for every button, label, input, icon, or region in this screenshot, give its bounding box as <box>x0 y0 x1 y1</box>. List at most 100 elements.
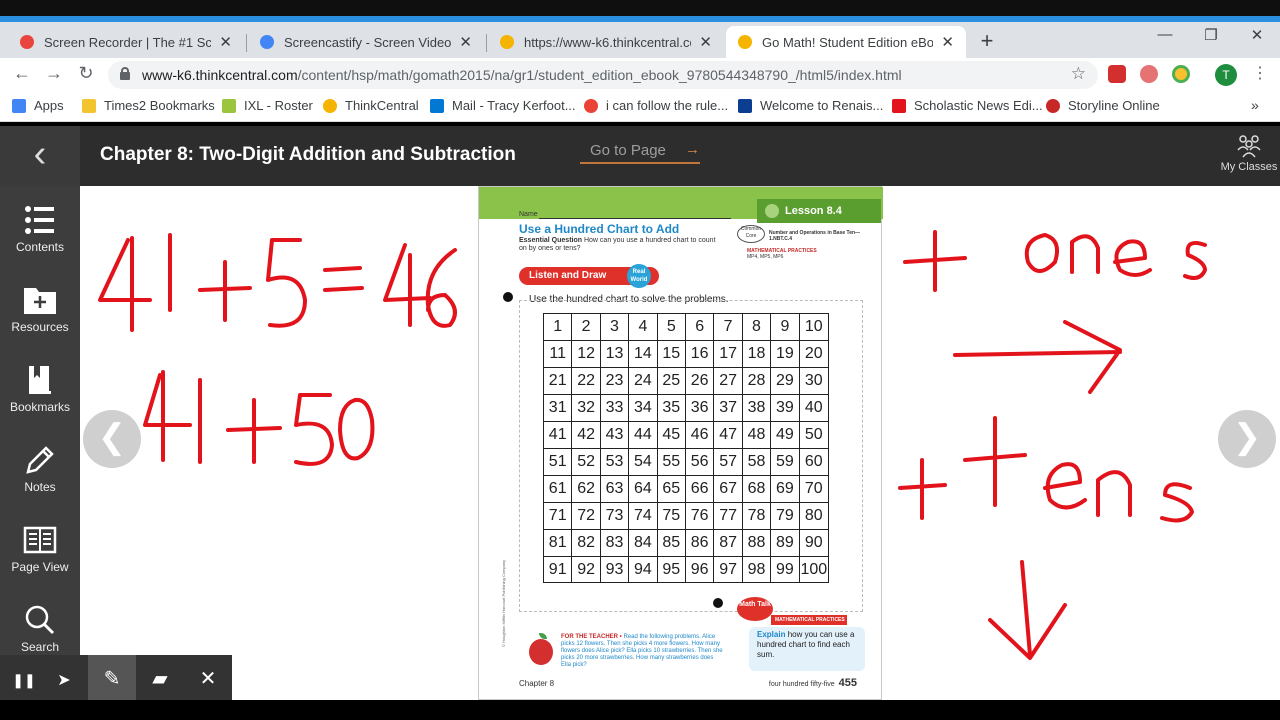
restore-icon[interactable]: ❐ <box>1197 26 1225 44</box>
browser-menu-icon[interactable]: ⋮ <box>1252 63 1268 83</box>
previous-page-button[interactable]: ❮ <box>83 410 141 468</box>
sidebar-item-resources[interactable]: Resources <box>0 280 80 334</box>
audio-speaker-icon[interactable] <box>765 204 779 218</box>
standard-text: Number and Operations in Base Ten—1.NBT.… <box>769 230 861 242</box>
sidebar-item-notes[interactable]: Notes <box>0 440 80 494</box>
hundred-chart-cell: 56 <box>685 449 715 476</box>
hundred-chart-cell: 86 <box>685 530 715 557</box>
hundred-chart-cell: 67 <box>714 476 743 503</box>
sidebar-item-contents[interactable]: Contents <box>0 200 80 254</box>
sidebar-label: Search <box>20 640 60 654</box>
sidebar-label: Contents <box>15 240 65 254</box>
sidebar-item-search[interactable]: Search <box>0 600 80 654</box>
hundred-chart-cell: 30 <box>799 368 828 395</box>
bookmark-scholastic[interactable]: Scholastic News Edi... <box>892 98 1043 113</box>
tab-thinkcentral[interactable]: https://www-k6.thinkcentral.com ✕ <box>488 26 724 58</box>
hundred-chart-cell: 84 <box>629 530 658 557</box>
new-tab-plus-icon[interactable]: + <box>976 28 998 54</box>
hundred-chart-cell: 48 <box>742 422 772 449</box>
video-camera-icon[interactable] <box>713 598 723 608</box>
lesson-title: Use a Hundred Chart to Add <box>519 222 680 236</box>
hundred-chart-cell: 91 <box>544 557 573 583</box>
screencastify-extension-icon[interactable] <box>1140 65 1158 83</box>
hundred-chart-cell: 72 <box>572 503 601 530</box>
pointer-tool-button[interactable]: ➤ <box>40 655 88 703</box>
back-chevron-icon[interactable]: ‹ <box>0 126 80 186</box>
more-bookmarks-icon[interactable]: » <box>1251 97 1259 113</box>
storyline-icon <box>1046 98 1060 113</box>
bookmark-ixl[interactable]: IXL - Roster <box>222 98 313 113</box>
next-page-button[interactable]: ❯ <box>1218 410 1276 468</box>
tab-screen-recorder[interactable]: Screen Recorder | The #1 Screen ✕ <box>8 26 244 58</box>
sidebar-label: Bookmarks <box>9 400 71 414</box>
name-label: Name <box>519 211 538 218</box>
close-tab-icon[interactable]: ✕ <box>699 33 712 51</box>
close-tab-icon[interactable]: ✕ <box>459 33 472 51</box>
hundred-chart-cell: 60 <box>799 449 828 476</box>
hundred-chart-cell: 37 <box>714 395 743 422</box>
tab-screencastify[interactable]: Screencastify - Screen Video Rec ✕ <box>248 26 484 58</box>
ebook-header: ‹ Chapter 8: Two-Digit Addition and Subt… <box>0 126 1280 186</box>
bookmark-mail[interactable]: Mail - Tracy Kerfoot... <box>430 98 576 113</box>
ebook-page: Lesson 8.4 Name Use a Hundred Chart to A… <box>478 186 883 700</box>
hundred-chart-cell: 41 <box>544 422 573 449</box>
hundred-chart-cell: 40 <box>799 395 828 422</box>
profile-avatar[interactable]: T <box>1215 64 1237 86</box>
address-bar[interactable]: www-k6.thinkcentral.com/content/hsp/math… <box>108 61 1098 89</box>
hundred-chart-cell: 94 <box>629 557 658 583</box>
reload-icon[interactable]: ↻ <box>74 63 98 84</box>
hundred-chart-cell: 39 <box>771 395 800 422</box>
highlighter-tool-button[interactable]: ▰ <box>136 655 184 703</box>
hundred-chart-cell: 17 <box>714 341 743 368</box>
close-toolbar-button[interactable]: ✕ <box>184 655 232 703</box>
hundred-chart-cell: 35 <box>657 395 686 422</box>
bookmark-times2[interactable]: Times2 Bookmarks <box>82 98 215 113</box>
hundred-chart-cell: 23 <box>600 368 630 395</box>
back-arrow-icon[interactable]: ← <box>10 63 34 84</box>
page-view-icon <box>0 520 80 560</box>
hundred-chart-cell: 31 <box>544 395 573 422</box>
extension-red-icon[interactable] <box>1108 65 1126 83</box>
video-camera-icon[interactable] <box>503 292 513 302</box>
hundred-chart-cell: 8 <box>742 314 772 341</box>
bookmark-storyline[interactable]: Storyline Online <box>1046 98 1160 113</box>
go-arrow-icon[interactable]: → <box>685 141 700 158</box>
hundred-chart-cell: 61 <box>544 476 573 503</box>
pen-tool-button[interactable]: ✎ <box>88 655 136 703</box>
hundred-chart-cell: 13 <box>600 341 630 368</box>
url-text[interactable]: www-k6.thinkcentral.com/content/hsp/math… <box>142 67 902 83</box>
sidebar-item-bookmarks[interactable]: Bookmarks <box>0 360 80 414</box>
bookmark-apps[interactable]: Apps <box>12 98 64 113</box>
hundred-chart-cell: 57 <box>714 449 743 476</box>
hundred-chart-cell: 24 <box>629 368 658 395</box>
renaissance-icon <box>738 98 752 113</box>
minimize-icon[interactable]: — <box>1151 26 1179 43</box>
folder-icon <box>82 98 96 113</box>
hundred-chart-cell: 66 <box>685 476 715 503</box>
close-tab-icon[interactable]: ✕ <box>219 33 232 51</box>
bookmark-renaissance[interactable]: Welcome to Renais... <box>738 98 883 113</box>
hundred-chart-cell: 45 <box>657 422 686 449</box>
lock-icon <box>120 67 130 80</box>
bookmarks-icon <box>0 360 80 400</box>
bookmark-google-doc[interactable]: i can follow the rule... <box>584 98 728 113</box>
sidebar-item-page-view[interactable]: Page View <box>0 520 80 574</box>
tab-go-math-active[interactable]: Go Math! Student Edition eBook ✕ <box>726 26 966 58</box>
apple-icon <box>529 633 553 665</box>
hundred-chart-cell: 36 <box>685 395 715 422</box>
hundred-chart-cell: 46 <box>685 422 715 449</box>
hundred-chart-cell: 51 <box>544 449 573 476</box>
window-close-icon[interactable]: ✕ <box>1243 26 1271 44</box>
my-classes-button[interactable]: My Classes <box>1218 134 1280 173</box>
chapter-footer: Chapter 8 <box>519 679 555 688</box>
go-to-page-input[interactable]: Go to Page → <box>580 141 700 164</box>
hundred-chart-cell: 58 <box>742 449 772 476</box>
forward-arrow-icon[interactable]: → <box>42 63 66 84</box>
close-tab-icon[interactable]: ✕ <box>941 33 954 51</box>
hundred-chart-cell: 18 <box>742 341 772 368</box>
bookmark-thinkcentral[interactable]: ThinkCentral <box>323 98 419 113</box>
bookmark-star-icon[interactable]: ☆ <box>1071 64 1086 84</box>
hundred-chart-cell: 49 <box>771 422 800 449</box>
hundred-chart-cell: 74 <box>629 503 658 530</box>
extension-compass-icon[interactable] <box>1172 65 1190 83</box>
